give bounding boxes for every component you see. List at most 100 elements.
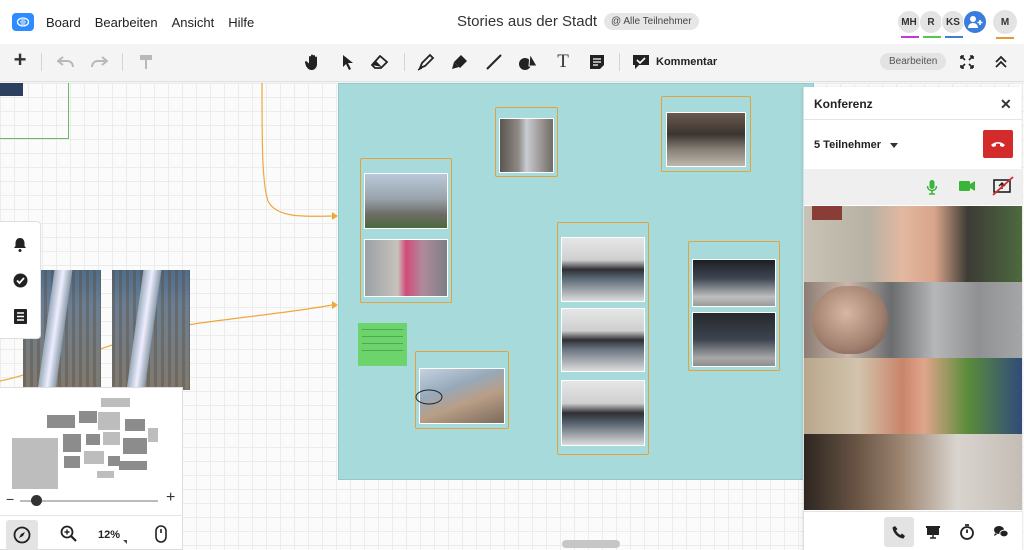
check-circle-icon[interactable] bbox=[12, 272, 28, 288]
zoom-slider-handle[interactable] bbox=[31, 495, 42, 506]
photo-canopy[interactable] bbox=[561, 380, 645, 446]
comment-icon[interactable] bbox=[631, 52, 651, 72]
zoom-in-icon[interactable]: + bbox=[166, 489, 175, 507]
format-painter-icon[interactable] bbox=[136, 52, 156, 72]
sticky-note-icon[interactable] bbox=[587, 52, 607, 72]
avatar[interactable]: MH bbox=[897, 10, 921, 38]
story-card[interactable] bbox=[415, 351, 509, 429]
shapes-icon[interactable] bbox=[518, 52, 538, 72]
minimap-block bbox=[64, 456, 80, 468]
photo-street[interactable] bbox=[499, 118, 554, 173]
toolbar: + T bbox=[0, 44, 1024, 82]
compass-icon bbox=[13, 526, 31, 544]
note-text-line bbox=[362, 343, 403, 344]
divider bbox=[804, 119, 1022, 120]
navigator-button[interactable] bbox=[6, 520, 38, 550]
current-user-avatar[interactable]: M bbox=[993, 10, 1017, 39]
toolbar-divider bbox=[619, 53, 620, 71]
redo-icon[interactable] bbox=[89, 52, 109, 72]
story-card[interactable] bbox=[557, 222, 649, 455]
photo-shopfront[interactable] bbox=[364, 239, 448, 297]
add-participant-button[interactable] bbox=[963, 10, 987, 34]
photo-building[interactable] bbox=[364, 173, 448, 229]
participant-video[interactable] bbox=[804, 358, 1022, 434]
avatar-initials: MH bbox=[901, 16, 917, 28]
photo-arcade[interactable] bbox=[692, 312, 776, 367]
photo-tower[interactable] bbox=[112, 270, 190, 390]
phone-hangup-icon bbox=[991, 142, 1005, 147]
board-title[interactable]: Stories aus der Stadt bbox=[457, 13, 597, 30]
participant-video[interactable] bbox=[804, 434, 1022, 510]
minimap-block bbox=[63, 434, 81, 452]
hang-up-button[interactable] bbox=[983, 130, 1013, 158]
menu-ansicht[interactable]: Ansicht bbox=[172, 15, 215, 30]
zoom-dropdown-icon[interactable] bbox=[123, 540, 127, 544]
zoom-percentage[interactable]: 12% bbox=[98, 529, 120, 541]
avatar-initials: KS bbox=[946, 16, 960, 28]
horizontal-scrollbar[interactable] bbox=[562, 540, 620, 548]
timer-button[interactable] bbox=[952, 517, 982, 547]
line-tool-icon[interactable] bbox=[484, 52, 504, 72]
minimap-block bbox=[125, 419, 145, 431]
collapse-toolbar-icon[interactable] bbox=[991, 52, 1011, 72]
screen-share-off-icon[interactable] bbox=[992, 176, 1014, 201]
text-tool-icon[interactable]: T bbox=[553, 51, 573, 72]
add-icon[interactable]: + bbox=[10, 47, 30, 72]
participant-avatars: MH R KS bbox=[897, 10, 987, 38]
audience-badge[interactable]: @ Alle Teilnehmer bbox=[604, 13, 699, 30]
story-card[interactable] bbox=[495, 107, 558, 177]
pen-icon[interactable] bbox=[416, 52, 436, 72]
menu-hilfe[interactable]: Hilfe bbox=[228, 15, 254, 30]
select-tool-icon[interactable] bbox=[338, 52, 358, 72]
zoom-out-icon[interactable]: − bbox=[6, 491, 14, 507]
chat-button[interactable] bbox=[986, 517, 1016, 547]
list-icon[interactable] bbox=[12, 308, 28, 324]
highlighter-icon[interactable] bbox=[450, 52, 470, 72]
avatar-initials: R bbox=[927, 16, 935, 28]
presentation-button[interactable] bbox=[918, 517, 948, 547]
fit-screen-icon[interactable] bbox=[957, 52, 977, 72]
toolbar-divider bbox=[404, 53, 405, 71]
sticky-note[interactable] bbox=[358, 323, 407, 366]
comment-button[interactable]: Kommentar bbox=[656, 56, 717, 68]
edit-mode-button[interactable]: Bearbeiten bbox=[880, 53, 947, 70]
note-text-line bbox=[362, 350, 403, 351]
photo-canopy[interactable] bbox=[561, 237, 645, 302]
app-logo-icon[interactable] bbox=[12, 13, 34, 31]
story-card[interactable] bbox=[661, 96, 751, 172]
minimap-overview[interactable] bbox=[0, 388, 183, 491]
story-card[interactable] bbox=[688, 241, 780, 371]
eraser-icon[interactable] bbox=[370, 52, 390, 72]
conference-footer bbox=[804, 511, 1022, 550]
minimap-block bbox=[123, 438, 147, 454]
menu-bearbeiten[interactable]: Bearbeiten bbox=[95, 15, 158, 30]
undo-icon[interactable] bbox=[56, 52, 76, 72]
phone-icon bbox=[892, 526, 905, 539]
participant-video[interactable] bbox=[804, 206, 1022, 282]
menu-board[interactable]: Board bbox=[46, 15, 81, 30]
avatar[interactable]: R bbox=[919, 10, 943, 38]
photo-canopy[interactable] bbox=[561, 308, 645, 372]
minimap-block bbox=[86, 434, 100, 445]
camera-icon[interactable] bbox=[958, 179, 976, 198]
call-button[interactable] bbox=[884, 517, 914, 547]
story-card[interactable] bbox=[360, 158, 452, 303]
participant-video[interactable] bbox=[804, 282, 1022, 358]
participant-count-dropdown[interactable]: 5 Teilnehmer bbox=[814, 139, 899, 151]
microphone-icon[interactable] bbox=[926, 179, 938, 200]
main-menu: Board Bearbeiten Ansicht Hilfe bbox=[46, 15, 268, 30]
avatar[interactable]: KS bbox=[941, 10, 965, 38]
stopwatch-icon bbox=[960, 524, 974, 540]
bell-icon[interactable] bbox=[12, 236, 28, 252]
minimap-controls: 12% bbox=[0, 515, 183, 550]
note-text-line bbox=[362, 329, 403, 330]
conference-panel: Konferenz ✕ 5 Teilnehmer bbox=[803, 87, 1022, 550]
mouse-icon[interactable] bbox=[155, 525, 167, 548]
minimap-block bbox=[103, 432, 120, 445]
zoom-search-icon[interactable] bbox=[60, 525, 78, 548]
photo-arcade[interactable] bbox=[692, 259, 776, 307]
photo-window[interactable] bbox=[666, 112, 746, 167]
hand-tool-icon[interactable] bbox=[303, 52, 323, 72]
freehand-circle[interactable] bbox=[414, 388, 444, 406]
close-icon[interactable]: ✕ bbox=[1000, 96, 1012, 113]
